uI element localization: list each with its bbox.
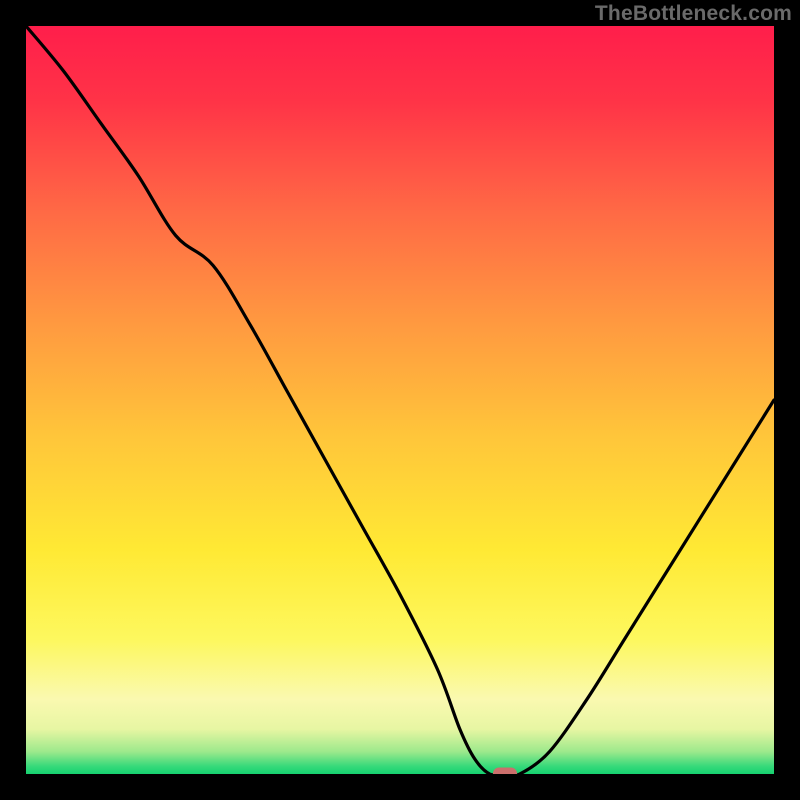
chart-frame: TheBottleneck.com: [0, 0, 800, 800]
bottleneck-curve: [26, 26, 774, 774]
optimal-marker: [493, 768, 517, 775]
watermark-text: TheBottleneck.com: [595, 2, 792, 26]
plot-area: [26, 26, 774, 774]
